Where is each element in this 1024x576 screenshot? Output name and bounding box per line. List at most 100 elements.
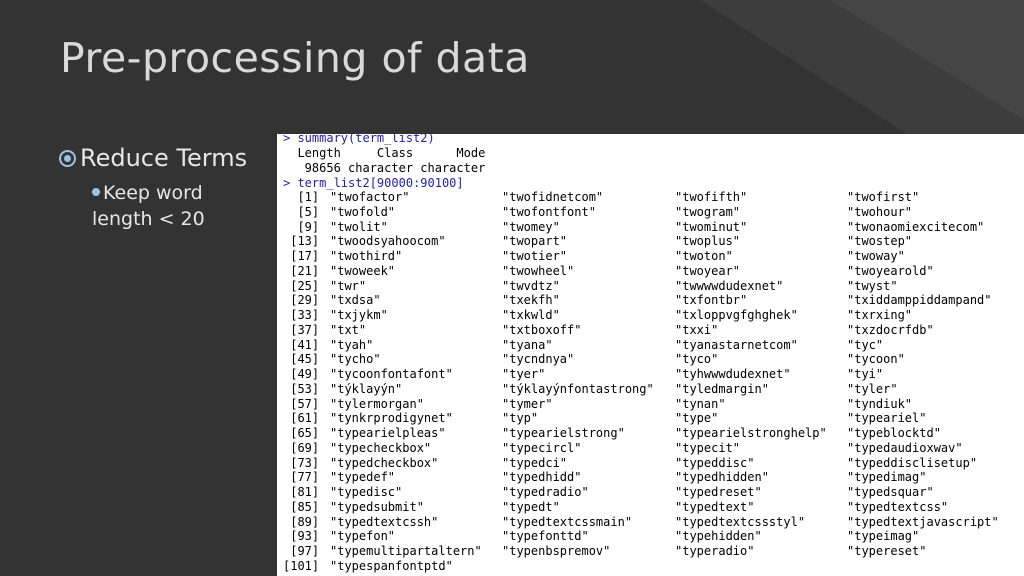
- term-value: "typedhidden": [675, 470, 769, 485]
- term-value: "typeddisclisetup": [847, 455, 978, 470]
- term-value: "typedcheckbox": [330, 455, 439, 470]
- term-value: "typeariel": [847, 411, 927, 426]
- row-index: [77]: [283, 470, 320, 485]
- term-value: "twotier": [502, 249, 568, 263]
- term-value: "twoway": [847, 249, 905, 263]
- console-row: [17] "twothird" "twotier" "twoton" "twoway": [277, 249, 1024, 264]
- term-value: "twoweek": [330, 263, 396, 278]
- row-index: [57]: [283, 396, 320, 411]
- console-summary-header: Length Class Mode: [283, 146, 486, 160]
- row-index: [101]: [283, 558, 320, 573]
- term-value: "twohour": [847, 204, 913, 219]
- term-value: "typedtextcssh": [330, 514, 439, 529]
- term-value: "typearielpleas": [330, 426, 446, 440]
- term-value: "typefonttd": [502, 529, 589, 544]
- term-value: "txkwld": [502, 308, 560, 322]
- console-row: [81] "typedisc" "typedradio" "typedreset" "t…: [277, 485, 1024, 500]
- console-row: [49] "tycoonfontafont" "tyer" "tyhwwwdudexn…: [277, 367, 1024, 382]
- term-value: "typereset": [847, 544, 927, 558]
- term-value: "typeradio": [675, 544, 755, 558]
- console-row: [73] "typedcheckbox" "typedci" "typeddisc" "…: [277, 456, 1024, 471]
- term-value: "twoton": [675, 249, 733, 263]
- console-row: [1] "twofactor" "twofidnetcom" "twofifth" "t…: [277, 190, 1024, 205]
- console-row: [13] "twoodsyahoocom" "twopart" "twoplus" "t…: [277, 234, 1024, 249]
- term-value: "txjykm": [330, 308, 388, 322]
- term-value: "tyer": [502, 367, 546, 381]
- term-value: "txt": [330, 322, 367, 337]
- console-row: [77] "typedef" "typedhidd" "typedhidden" "ty…: [277, 470, 1024, 485]
- term-value: "twoodsyahoocom": [330, 234, 446, 249]
- term-value: "twwwwdudexnet": [675, 278, 784, 293]
- term-value: "txekfh": [502, 293, 560, 308]
- term-value: "typefon": [330, 529, 396, 544]
- term-value: "typeddisc": [675, 455, 755, 470]
- term-value: "tynkrprodigynet": [330, 411, 453, 426]
- term-value: "tynan": [675, 396, 726, 411]
- term-value: "twogram": [675, 204, 741, 219]
- term-value: "twothird": [330, 249, 403, 263]
- term-value: "twofidnetcom": [502, 190, 604, 204]
- bullet-dot-icon: [92, 188, 100, 196]
- term-value: "twofifth": [675, 190, 748, 204]
- term-value: "typedci": [502, 455, 568, 470]
- row-index: [17]: [283, 249, 320, 263]
- term-value: "twopart": [502, 234, 568, 249]
- console-command-subset: > term_list2[90000:90100]: [283, 176, 464, 190]
- term-value: "twoyearold": [847, 263, 934, 278]
- console-command-summary: > summary(term_list2): [283, 134, 435, 145]
- console-row: [89] "typedtextcssh" "typedtextcssmain" "ty…: [277, 515, 1024, 530]
- row-index: [33]: [283, 308, 320, 322]
- term-value: "typedimag": [847, 470, 927, 485]
- sub-bullet-word-length-text: Keep word length < 20: [92, 182, 205, 230]
- term-value: "typecheckbox": [330, 440, 432, 455]
- row-index: [93]: [283, 529, 320, 544]
- term-value: "tyndiuk": [847, 396, 913, 411]
- row-index: [25]: [283, 278, 320, 293]
- term-value: "txxi": [675, 322, 719, 337]
- term-value: "typecit": [675, 440, 741, 455]
- term-value: "typedt": [502, 499, 560, 514]
- term-value: "tycho": [330, 352, 381, 367]
- term-value: "typearielstronghelp": [675, 426, 827, 440]
- sub-bullet-word-length: Keep word length < 20: [92, 180, 262, 232]
- term-value: "tylermorgan": [330, 396, 424, 411]
- row-index: [65]: [283, 426, 320, 440]
- row-index: [97]: [283, 544, 320, 558]
- term-value: "tyhwwwdudexnet": [675, 367, 791, 381]
- console-row: [61] "tynkrprodigynet" "typ" "type" "typeari…: [277, 411, 1024, 426]
- console-row: [9] "twolit" "twomey" "twominut" "twonaomiex…: [277, 220, 1024, 235]
- term-value: "txtboxoff": [502, 322, 582, 337]
- row-index: [49]: [283, 367, 320, 381]
- row-index: [13]: [283, 234, 320, 249]
- term-value: "typeblocktd": [847, 426, 941, 440]
- term-value: "twostep": [847, 234, 913, 249]
- term-value: "typehidden": [675, 529, 762, 544]
- term-value: "typemultipartaltern": [330, 544, 482, 558]
- term-value: "txdsa": [330, 293, 381, 308]
- console-row: [5] "twofold" "twofontfont" "twogram" "twoho…: [277, 205, 1024, 220]
- row-index: [81]: [283, 485, 320, 499]
- term-value: "twonaomiexcitecom": [847, 219, 985, 234]
- term-value: "tyi": [847, 367, 884, 381]
- term-value: "twominut": [675, 219, 748, 234]
- term-value: "twofold": [330, 204, 396, 219]
- term-value: "typecircl": [502, 440, 582, 455]
- term-value: "typedsubmit": [330, 499, 424, 514]
- row-index: [73]: [283, 455, 320, 470]
- term-value: "typearielstrong": [502, 426, 625, 440]
- term-value: "txiddamppiddampand": [847, 293, 992, 308]
- term-value: "twofirst": [847, 190, 920, 204]
- row-index: [1]: [283, 190, 320, 204]
- console-summary-values: 98656 character character: [283, 161, 486, 175]
- bullet-circle-icon: [59, 149, 76, 167]
- r-console-screenshot: > summary(term_list2) Length Class Mode …: [277, 134, 1024, 576]
- console-row: [97] "typemultipartaltern" "typenbspremov"…: [277, 544, 1024, 559]
- term-value: "tyc": [847, 337, 884, 352]
- row-index: [85]: [283, 499, 320, 514]
- row-index: [5]: [283, 204, 320, 219]
- term-value: "tyana": [502, 337, 553, 352]
- term-value: "typedtextcssstyl": [675, 514, 806, 529]
- console-row: [85] "typedsubmit" "typedt" "typedtext" "typ…: [277, 500, 1024, 515]
- term-value: "tycndnya": [502, 352, 575, 367]
- bullet-reduce-terms-text: Reduce Terms: [80, 144, 248, 172]
